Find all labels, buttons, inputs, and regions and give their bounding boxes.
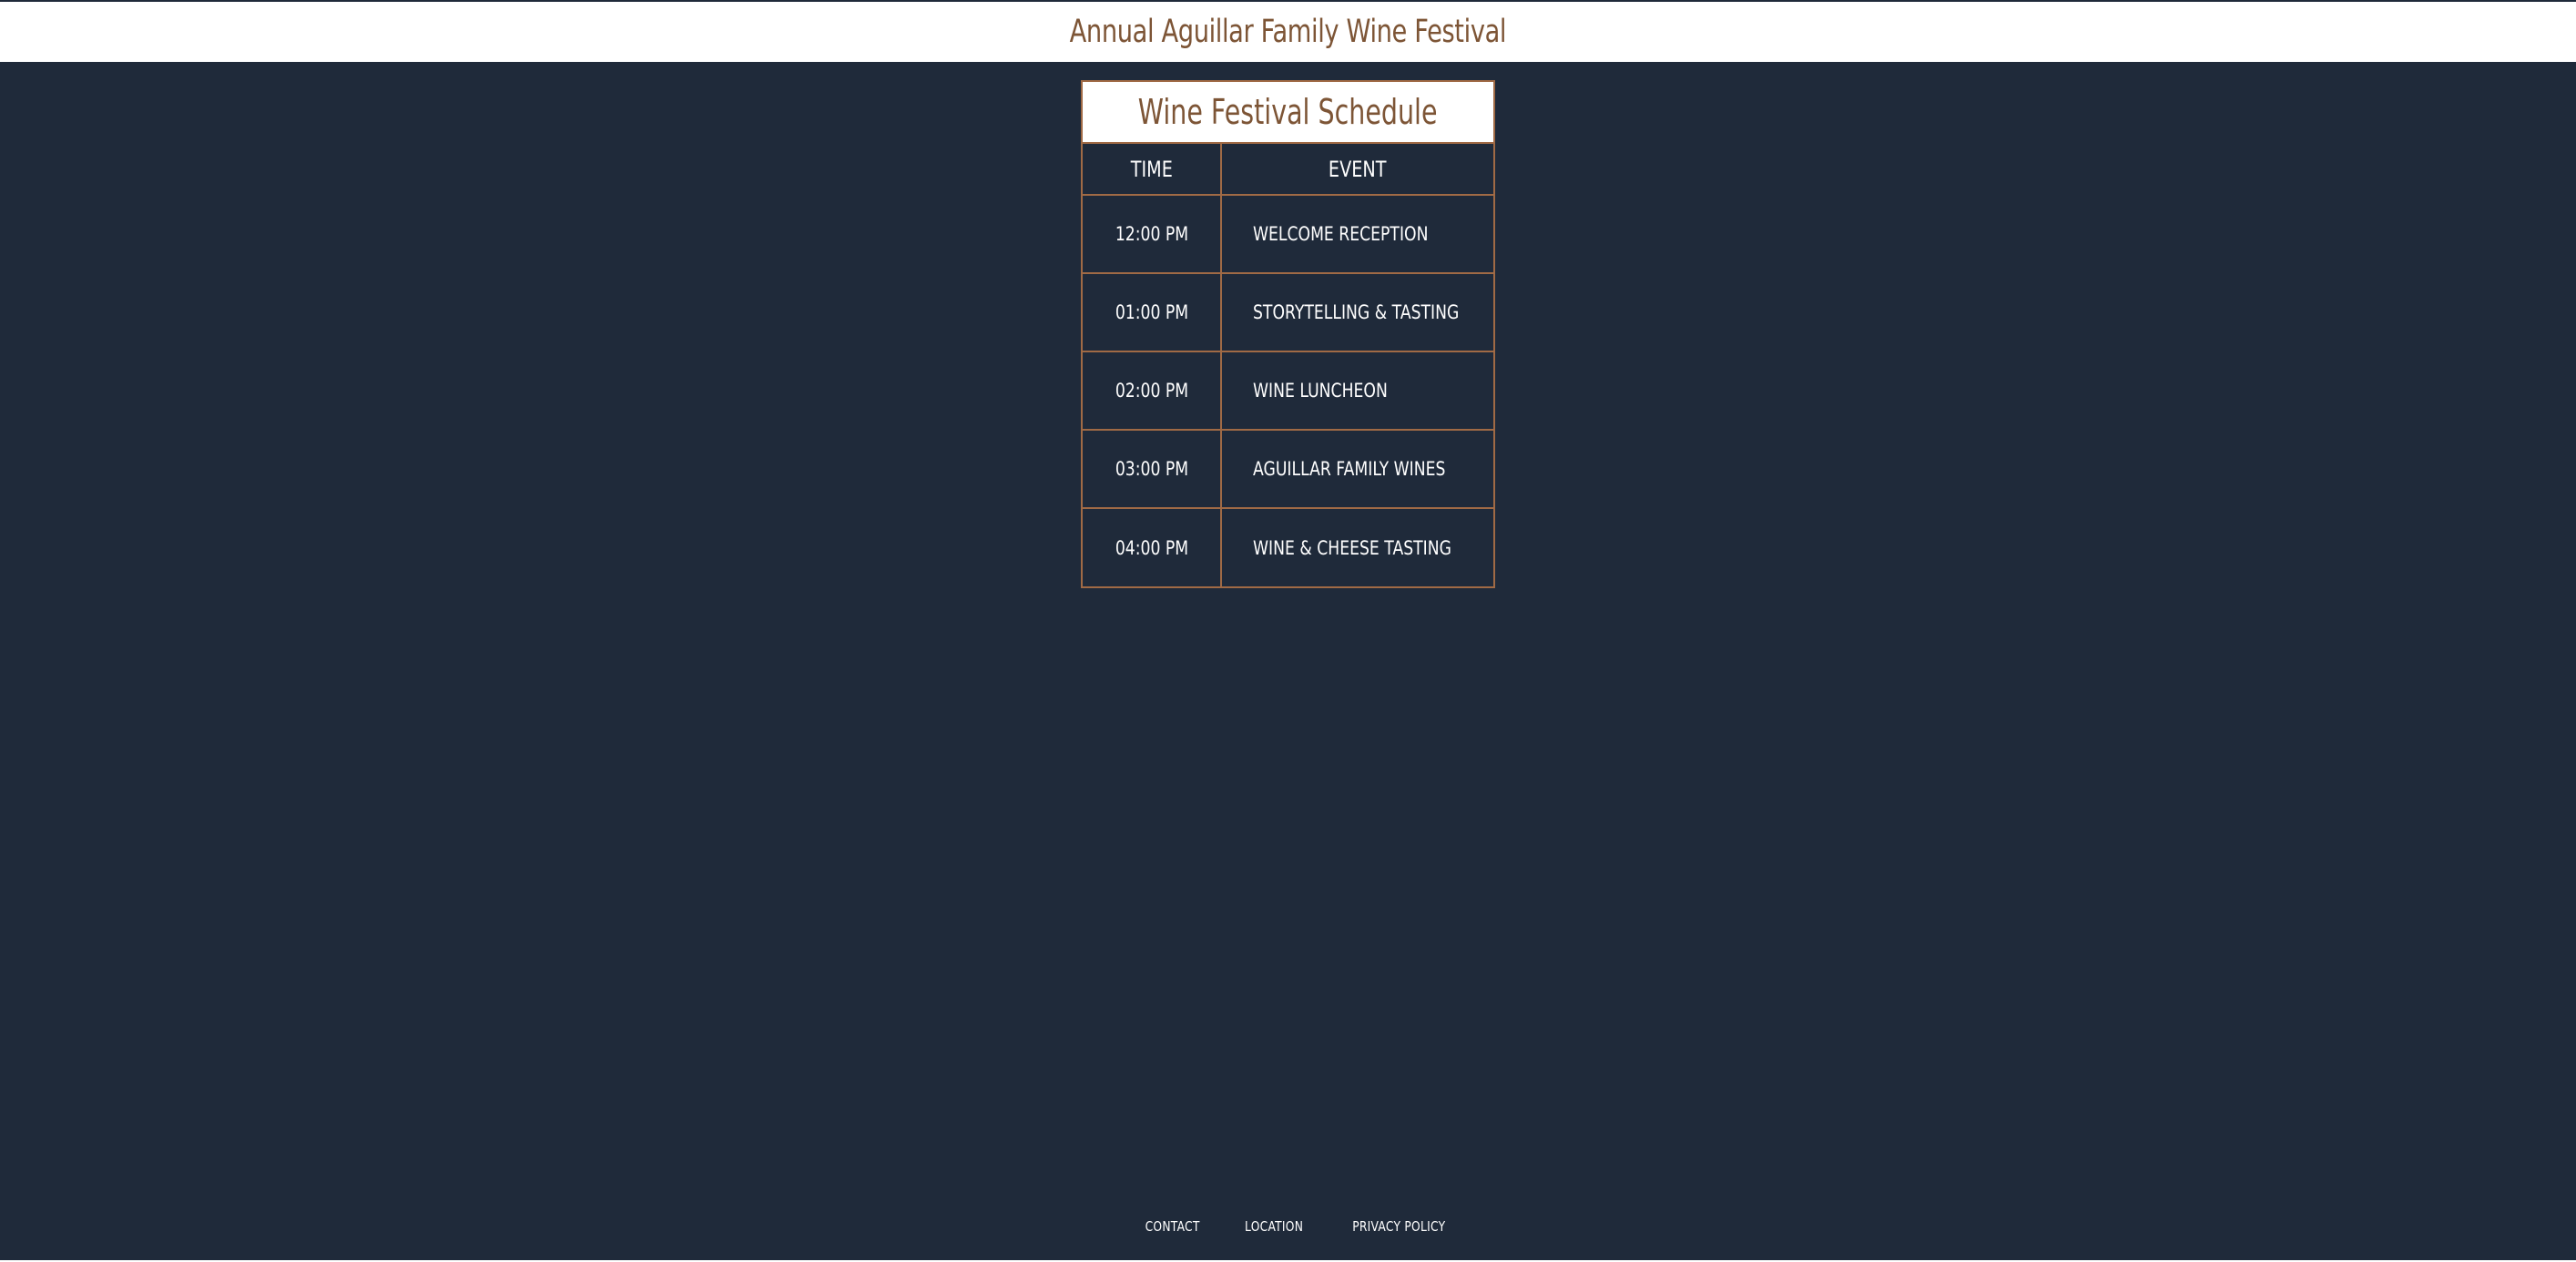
time-cell: 03:00 PM	[1083, 429, 1222, 509]
schedule-title: Wine Festival Schedule	[1138, 92, 1438, 132]
event-cell: WINE LUNCHEON	[1220, 351, 1493, 431]
event-cell: STORYTELLING & TASTING	[1220, 272, 1493, 352]
time-cell: 02:00 PM	[1083, 351, 1222, 431]
page: Annual Aguillar Family Wine Festival Win…	[0, 0, 2576, 1262]
schedule-table-panel: Wine Festival Schedule TIME EVENT 12:00 …	[1081, 80, 1495, 588]
table-row: 01:00 PM STORYTELLING & TASTING	[1083, 272, 1493, 352]
table-row: 03:00 PM AGUILLAR FAMILY WINES	[1083, 429, 1493, 509]
time-cell: 01:00 PM	[1083, 272, 1222, 352]
schedule-title-box: Wine Festival Schedule	[1083, 82, 1493, 144]
time-cell: 04:00 PM	[1083, 507, 1222, 586]
column-header-event: EVENT	[1220, 144, 1493, 196]
column-header-time: TIME	[1083, 144, 1222, 196]
time-cell: 12:00 PM	[1083, 194, 1222, 274]
footer-link-privacy-policy[interactable]: PRIVACY POLICY	[1352, 1218, 1445, 1235]
table-row: 12:00 PM WELCOME RECEPTION	[1083, 194, 1493, 274]
event-cell: WELCOME RECEPTION	[1220, 194, 1493, 274]
event-cell: AGUILLAR FAMILY WINES	[1220, 429, 1493, 509]
table-row: 02:00 PM WINE LUNCHEON	[1083, 351, 1493, 431]
site-header: Annual Aguillar Family Wine Festival	[0, 2, 2576, 62]
footer-link-location[interactable]: LOCATION	[1245, 1218, 1303, 1235]
table-row: 04:00 PM WINE & CHEESE TASTING	[1083, 507, 1493, 586]
event-cell: WINE & CHEESE TASTING	[1220, 507, 1493, 586]
footer-nav: CONTACT LOCATION PRIVACY POLICY	[1139, 1218, 1456, 1235]
footer-link-contact[interactable]: CONTACT	[1145, 1218, 1199, 1235]
schedule-table: TIME EVENT 12:00 PM WELCOME RECEPTION 01…	[1083, 144, 1493, 586]
table-header-row: TIME EVENT	[1083, 144, 1493, 196]
site-footer: CONTACT LOCATION PRIVACY POLICY	[0, 1202, 2576, 1251]
site-title: Annual Aguillar Family Wine Festival	[1069, 14, 1507, 50]
